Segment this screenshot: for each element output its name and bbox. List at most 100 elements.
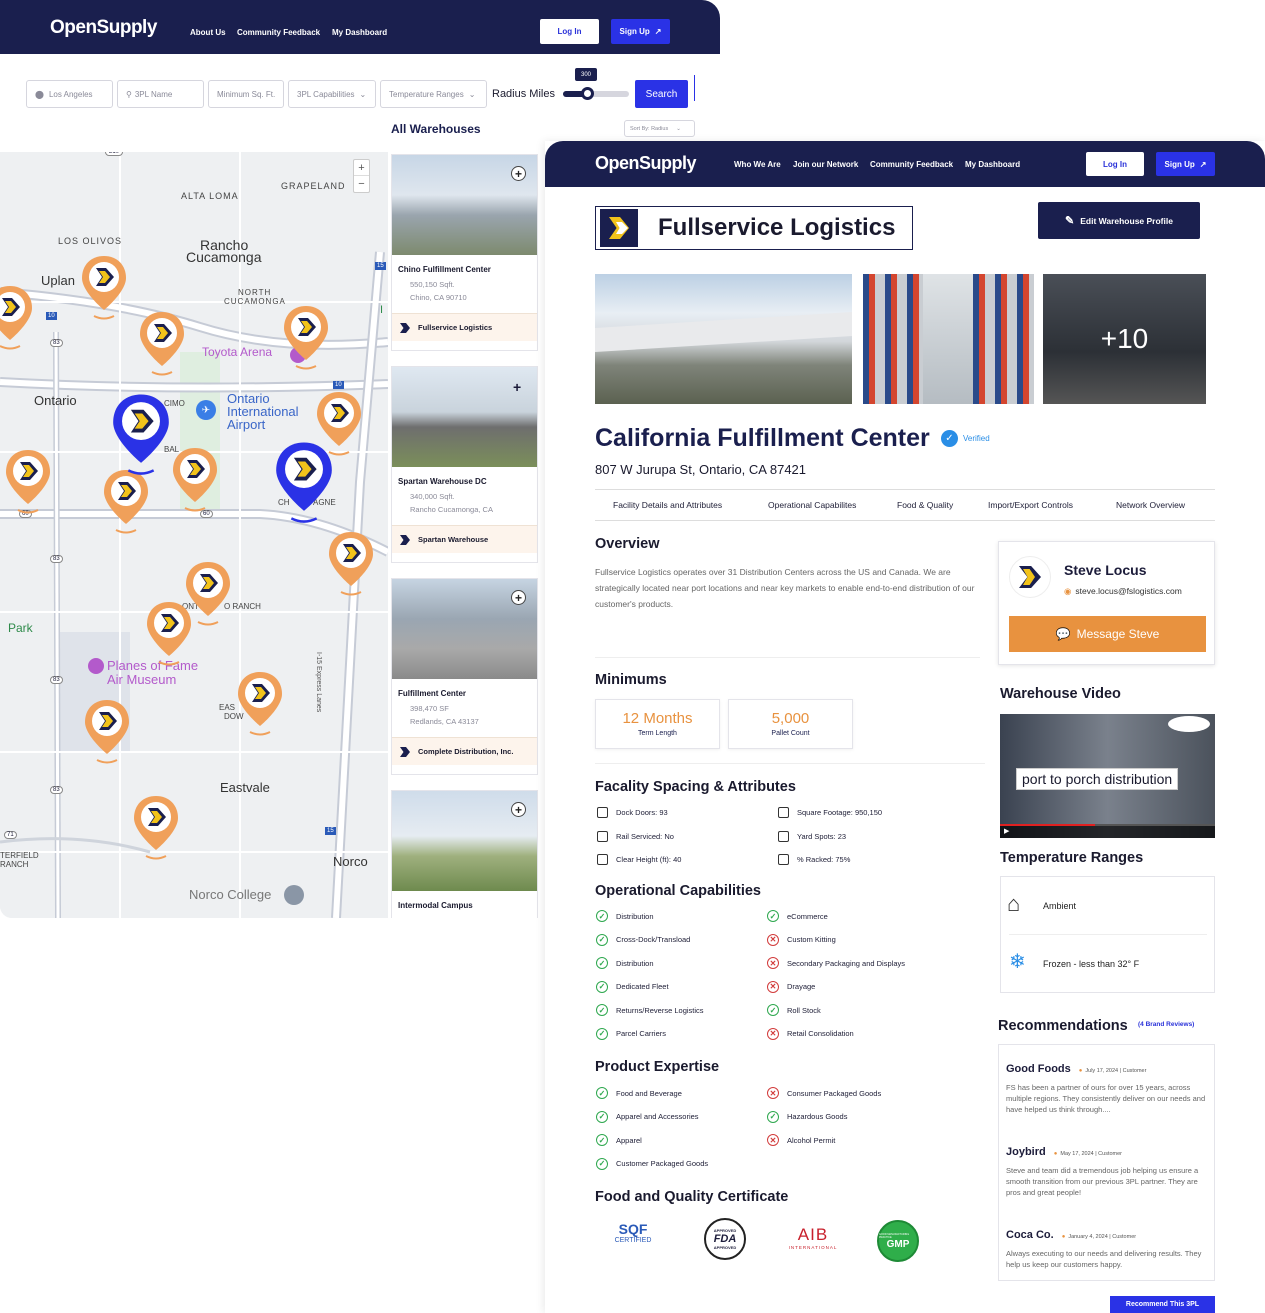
location-input[interactable]: ⬤ Los Angeles xyxy=(26,80,113,108)
warehouse-pin[interactable] xyxy=(171,446,219,514)
warehouse-pin[interactable] xyxy=(4,448,52,516)
map-label: Eastvale xyxy=(220,780,270,795)
video-controls[interactable]: ▶ xyxy=(1000,824,1215,838)
warehouse-title: California Fulfillment Center xyxy=(595,424,930,452)
add-icon[interactable]: + xyxy=(511,802,526,817)
warehouse-photo-interior[interactable] xyxy=(863,274,1034,404)
warehouse-card[interactable]: + Fulfillment Center 398,470 SF Redlands… xyxy=(391,578,538,775)
checkbox-icon xyxy=(597,831,608,842)
temp-label: Ambient xyxy=(1043,901,1077,911)
radius-tooltip: 300 xyxy=(575,68,597,81)
review-meta: January 4, 2024 | Customer xyxy=(1068,1234,1137,1240)
min-sqft-input[interactable]: Minimum Sq. Ft. xyxy=(208,80,284,108)
checkbox-icon xyxy=(597,854,608,865)
signup-label: Sign Up xyxy=(1164,159,1195,169)
review: Coca Co. ● January 4, 2024 | Customer Alwa… xyxy=(1006,1225,1209,1271)
radius-slider-track[interactable] xyxy=(563,91,629,97)
nav-join-network[interactable]: Join our Network xyxy=(793,160,858,169)
warehouse-card[interactable]: + Chino Fulfillment Center 550,150 Sqft.… xyxy=(391,154,538,351)
capability-item: ✓ Customer Packaged Goods xyxy=(596,1157,708,1170)
chevron-down-icon: ⌄ xyxy=(468,89,476,99)
minimums-title: Minimums xyxy=(595,672,667,688)
add-icon[interactable]: + xyxy=(513,379,521,395)
warehouse-detail-page: OpenSupply Who We Are Join our Network C… xyxy=(545,141,1265,1313)
zoom-in-button[interactable]: + xyxy=(354,160,369,176)
checkbox-icon xyxy=(778,831,789,842)
warehouse-pin[interactable] xyxy=(83,698,131,766)
sort-select[interactable]: Sort By: Radius ⌄ xyxy=(624,120,695,137)
warehouse-pin[interactable] xyxy=(102,468,150,536)
tab-food-quality[interactable]: Food & Quality xyxy=(897,500,953,510)
check-circle-icon: ✓ xyxy=(767,910,779,922)
map[interactable]: GRAPELAND ALTA LOMA LOS OLIVOS Rancho Cu… xyxy=(0,152,388,918)
warehouse-pin[interactable] xyxy=(80,254,128,322)
login-button[interactable]: Log In xyxy=(540,19,599,44)
check-circle-icon: ✓ xyxy=(596,1134,608,1146)
nav-community[interactable]: Community Feedback xyxy=(237,28,320,37)
login-button[interactable]: Log In xyxy=(1086,152,1144,176)
add-icon[interactable]: + xyxy=(511,590,526,605)
capability-label: Secondary Packaging and Displays xyxy=(787,958,905,968)
map-label: Cucamonga xyxy=(186,249,262,265)
capability-item: ✓ Roll Stock xyxy=(767,1004,821,1016)
spacing-item: Yard Spots: 23 xyxy=(778,831,846,842)
tab-import-export[interactable]: Import/Export Controls xyxy=(988,500,1073,510)
video-player[interactable]: port to porch distribution ▶ xyxy=(1000,714,1215,838)
gmp-logo: GOOD MANUFACTURING PRACTICE GMP xyxy=(877,1220,919,1262)
play-icon[interactable]: ▶ xyxy=(1004,827,1009,835)
recommend-button[interactable]: Recommend This 3PL xyxy=(1110,1296,1215,1313)
warehouse-pin[interactable] xyxy=(282,304,330,372)
tab-facility[interactable]: Facility Details and Attributes xyxy=(613,500,722,510)
search-button[interactable]: Search xyxy=(635,80,688,108)
rec-count[interactable]: (4 Brand Reviews) xyxy=(1138,1021,1194,1028)
temperature-select[interactable]: Temperature Ranges ⌄ xyxy=(380,80,487,108)
capability-item: ✓ Returns/Reverse Logistics xyxy=(596,1004,704,1016)
brand-logo[interactable]: OpenSupply xyxy=(50,17,157,39)
road-shield: I xyxy=(380,304,384,316)
warehouse-pin[interactable] xyxy=(132,794,180,862)
sqf-logo: SQF CERTIFIED xyxy=(608,1221,658,1255)
nav-dashboard[interactable]: My Dashboard xyxy=(332,28,387,37)
nav-who-we-are[interactable]: Who We Are xyxy=(734,160,781,169)
tab-network[interactable]: Network Overview xyxy=(1116,500,1185,510)
warehouse-size: 340,000 Sqft. xyxy=(410,492,455,501)
review-author: Joybird xyxy=(1006,1146,1046,1158)
capability-label: Food and Beverage xyxy=(616,1088,682,1098)
contact-email[interactable]: ◉ steve.locus@fslogistics.com xyxy=(1064,586,1182,597)
company-logo-icon xyxy=(400,535,410,545)
nav-about[interactable]: About Us xyxy=(190,28,226,37)
message-button[interactable]: 💬 Message Steve xyxy=(1009,616,1206,652)
minimum-card: 12 Months Term Length xyxy=(595,699,720,749)
tab-operational[interactable]: Operational Capabilites xyxy=(768,500,856,510)
nav-dashboard[interactable]: My Dashboard xyxy=(965,160,1020,169)
warehouse-location: Chino, CA 90710 xyxy=(410,293,467,302)
warehouse-photo-main[interactable] xyxy=(595,274,852,404)
more-photos-tile[interactable]: +10 xyxy=(1043,274,1206,404)
review-author: Good Foods xyxy=(1006,1063,1071,1075)
capabilities-select[interactable]: 3PL Capabilities ⌄ xyxy=(288,80,376,108)
review: Joybird ● May 17, 2024 | Customer Steve an… xyxy=(1006,1142,1209,1199)
signup-button[interactable]: Sign Up ↗ xyxy=(611,19,670,44)
selected-warehouse-pin[interactable] xyxy=(110,392,172,478)
warehouse-card[interactable]: + Intermodal Campus xyxy=(391,790,538,918)
road-shield: 10 xyxy=(46,312,57,320)
airport-line-3: Airport xyxy=(227,417,266,432)
warehouse-pin[interactable] xyxy=(236,670,284,738)
name-input[interactable]: ⚲ 3PL Name xyxy=(117,80,204,108)
zoom-out-button[interactable]: − xyxy=(354,176,369,192)
selected-warehouse-pin[interactable] xyxy=(273,440,335,526)
edit-profile-button[interactable]: ✎ Edit Warehouse Profile xyxy=(1038,202,1200,239)
radius-slider-handle[interactable] xyxy=(580,87,594,100)
warehouse-pin[interactable] xyxy=(138,310,186,378)
brand-logo[interactable]: OpenSupply xyxy=(595,153,697,174)
warehouse-pin[interactable] xyxy=(0,284,34,352)
contact-avatar xyxy=(1009,556,1051,598)
warehouse-card[interactable]: + Spartan Warehouse DC 340,000 Sqft. Ran… xyxy=(391,366,538,563)
warehouse-pin[interactable] xyxy=(145,600,193,668)
add-icon[interactable]: + xyxy=(511,166,526,181)
check-circle-icon: ✓ xyxy=(767,1004,779,1016)
divider xyxy=(1009,934,1207,935)
signup-button[interactable]: Sign Up ↗ xyxy=(1156,152,1215,176)
nav-community[interactable]: Community Feedback xyxy=(870,160,953,169)
warehouse-pin[interactable] xyxy=(327,530,375,598)
